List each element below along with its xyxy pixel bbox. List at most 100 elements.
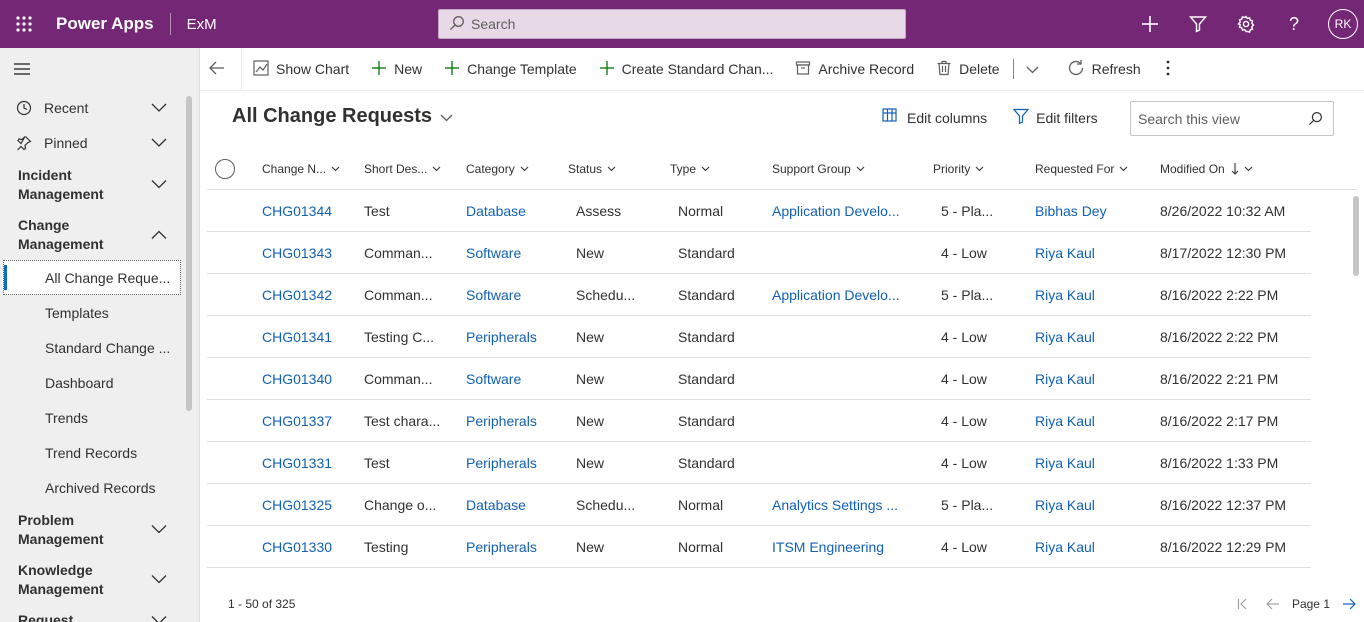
table-row[interactable]: CHG01341 Testing C... Peripherals New Standa… (207, 316, 1311, 358)
cell-requested-for[interactable]: Riya Kaul (1035, 442, 1155, 484)
cell-requested-for[interactable]: Bibhas Dey (1035, 190, 1155, 232)
cell-change-number[interactable]: CHG01341 (262, 316, 357, 358)
cell-category[interactable]: Peripherals (466, 526, 561, 568)
cell-category[interactable]: Software (466, 232, 561, 274)
sidebar-item-templates[interactable]: Templates (0, 295, 199, 330)
change-template-button[interactable]: Change Template (433, 48, 587, 91)
table-row[interactable]: CHG01340 Comman... Software New Standard 4 - … (207, 358, 1311, 400)
cell-category[interactable]: Peripherals (466, 316, 561, 358)
chevron-up-icon[interactable] (151, 226, 167, 245)
chevron-down-icon[interactable] (151, 176, 167, 195)
edit-filters-button[interactable]: Edit filters (1012, 108, 1098, 127)
view-search-input[interactable] (1138, 110, 1298, 127)
cell-change-number[interactable]: CHG01343 (262, 232, 357, 274)
chevron-down-icon[interactable] (151, 135, 167, 151)
view-selector[interactable]: All Change Requests (232, 105, 453, 128)
delete-button[interactable]: Delete (925, 48, 1010, 91)
sidebar-item-trends[interactable]: Trends (0, 400, 199, 435)
cell-change-number[interactable]: CHG01337 (262, 400, 357, 442)
cell-requested-for[interactable]: Riya Kaul (1035, 358, 1155, 400)
table-row[interactable]: CHG01343 Comman... Software New Standard 4 - … (207, 232, 1311, 274)
column-header-type[interactable]: Type (670, 148, 710, 190)
cell-requested-for[interactable]: Riya Kaul (1035, 526, 1155, 568)
column-header-support-group[interactable]: Support Group (772, 148, 865, 190)
column-header-category[interactable]: Category (466, 148, 529, 190)
previous-page-icon[interactable] (1258, 598, 1288, 610)
sidebar-scrollbar[interactable] (186, 96, 192, 411)
sidebar-group-change-management[interactable]: Change Management (0, 210, 199, 260)
environment-name[interactable]: ExM (187, 16, 217, 33)
cell-change-number[interactable]: CHG01340 (262, 358, 357, 400)
column-header-modified-on[interactable]: Modified On (1160, 148, 1253, 190)
cell-requested-for[interactable]: Riya Kaul (1035, 484, 1155, 526)
sidebar-group-incident-management[interactable]: Incident Management (0, 160, 199, 210)
cell-support-group[interactable]: ITSM Engineering (772, 526, 927, 568)
cell-support-group[interactable]: Analytics Settings ... (772, 484, 927, 526)
chevron-down-icon[interactable] (151, 571, 167, 590)
help-icon[interactable]: ? (1270, 0, 1318, 48)
cell-requested-for[interactable]: Riya Kaul (1035, 274, 1155, 316)
column-header-change-number[interactable]: Change N... (262, 148, 340, 190)
cell-category[interactable]: Software (466, 358, 561, 400)
new-button[interactable]: New (360, 48, 433, 91)
delete-more-dropdown[interactable] (1016, 48, 1056, 91)
global-search-box[interactable]: Search (438, 9, 906, 39)
column-header-status[interactable]: Status (568, 148, 616, 190)
sidebar-group-request[interactable]: Request (0, 605, 199, 622)
view-search-box[interactable] (1130, 101, 1334, 136)
create-standard-change-button[interactable]: Create Standard Chan... (588, 48, 785, 91)
refresh-button[interactable]: Refresh (1056, 48, 1152, 91)
hamburger-menu-icon[interactable] (0, 48, 199, 90)
cell-requested-for[interactable]: Riya Kaul (1035, 316, 1155, 358)
sidebar-item-all-change-requests[interactable]: All Change Reque... (3, 260, 181, 295)
table-row[interactable]: CHG01331 Test Peripherals New Standard 4 - Lo… (207, 442, 1311, 484)
table-row[interactable]: CHG01337 Test chara... Peripherals New Stand… (207, 400, 1311, 442)
cell-category[interactable]: Peripherals (466, 400, 561, 442)
cell-change-number[interactable]: CHG01342 (262, 274, 357, 316)
cell-change-number[interactable]: CHG01344 (262, 190, 357, 232)
filter-icon[interactable] (1174, 0, 1222, 48)
settings-gear-icon[interactable] (1222, 0, 1270, 48)
user-avatar[interactable]: RK (1328, 9, 1358, 39)
cell-category[interactable]: Database (466, 190, 561, 232)
first-page-icon[interactable] (1228, 598, 1258, 610)
next-page-icon[interactable] (1334, 598, 1364, 610)
cell-change-number[interactable]: CHG01331 (262, 442, 357, 484)
cell-requested-for[interactable]: Riya Kaul (1035, 232, 1155, 274)
back-button[interactable] (200, 47, 242, 91)
chevron-down-icon[interactable] (151, 100, 167, 116)
grid-scrollbar[interactable] (1353, 196, 1359, 276)
table-row[interactable]: CHG01342 Comman... Software Schedu... Standa… (207, 274, 1311, 316)
sidebar-group-problem-management[interactable]: Problem Management (0, 505, 199, 555)
cell-category[interactable]: Peripherals (466, 442, 561, 484)
table-row[interactable]: CHG01344 Test Database Assess Normal Applicat… (207, 190, 1311, 232)
chevron-down-icon[interactable] (151, 521, 167, 540)
sidebar-item-dashboard[interactable]: Dashboard (0, 365, 199, 400)
sidebar-item-trend-records[interactable]: Trend Records (0, 435, 199, 470)
select-all-checkbox[interactable] (215, 159, 235, 179)
archive-record-button[interactable]: Archive Record (784, 48, 925, 91)
table-row[interactable]: CHG01325 Change o... Database Schedu... Norm… (207, 484, 1311, 526)
edit-columns-button[interactable]: Edit columns (882, 108, 987, 127)
column-header-short-description[interactable]: Short Des... (364, 148, 441, 190)
sidebar-item-archived-records[interactable]: Archived Records (0, 470, 199, 505)
show-chart-button[interactable]: Show Chart (242, 48, 360, 91)
app-name[interactable]: Power Apps (56, 14, 154, 34)
cell-category[interactable]: Database (466, 484, 561, 526)
chevron-down-icon[interactable] (151, 611, 167, 622)
cell-requested-for[interactable]: Riya Kaul (1035, 400, 1155, 442)
cell-category[interactable]: Software (466, 274, 561, 316)
add-icon[interactable] (1126, 0, 1174, 48)
app-launcher-icon[interactable] (0, 0, 48, 48)
sidebar-item-standard-change[interactable]: Standard Change ... (0, 330, 199, 365)
sidebar-item-pinned[interactable]: Pinned (0, 125, 199, 160)
cell-support-group[interactable]: Application Develo... (772, 274, 927, 316)
column-header-priority[interactable]: Priority (933, 148, 984, 190)
sidebar-group-knowledge-management[interactable]: Knowledge Management (0, 555, 199, 605)
more-commands-button[interactable] (1152, 48, 1191, 91)
column-header-requested-for[interactable]: Requested For (1035, 148, 1128, 190)
cell-change-number[interactable]: CHG01330 (262, 526, 357, 568)
cell-support-group[interactable]: Application Develo... (772, 190, 927, 232)
cell-change-number[interactable]: CHG01325 (262, 484, 357, 526)
table-row[interactable]: CHG01330 Testing Peripherals New Normal ITSM … (207, 526, 1311, 568)
